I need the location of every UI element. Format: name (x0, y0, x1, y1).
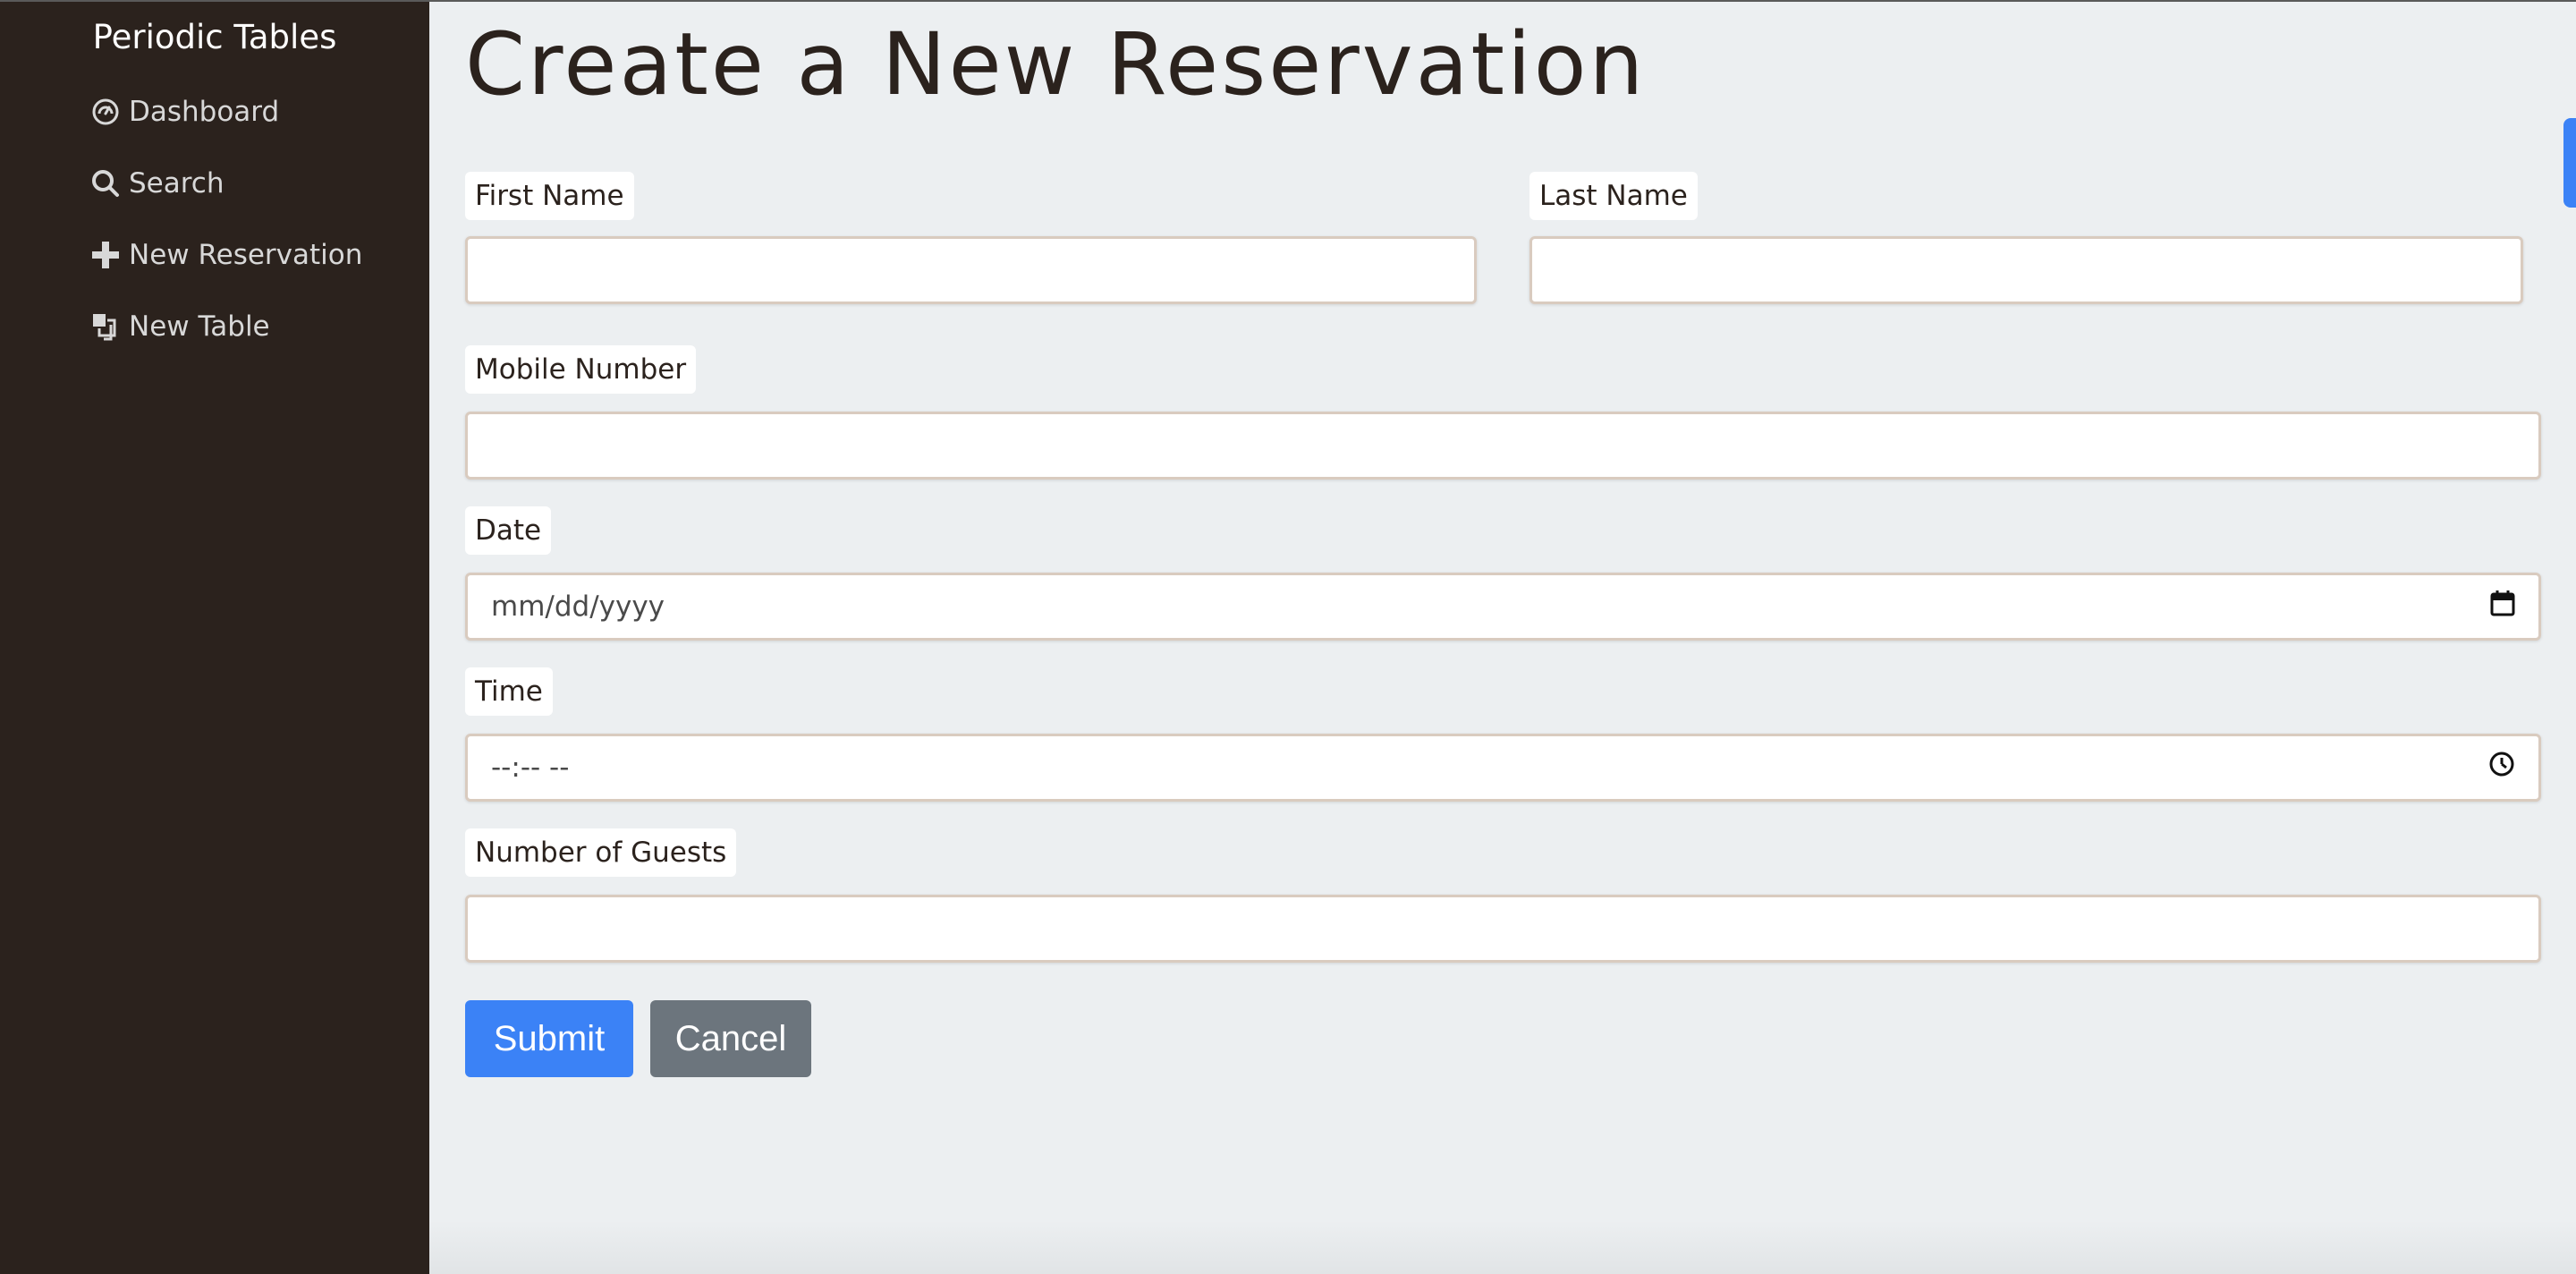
last-name-input[interactable] (1530, 236, 2523, 304)
date-label: Date (465, 506, 552, 555)
dashboard-gauge-icon (89, 96, 122, 128)
search-icon (89, 167, 122, 200)
guests-label: Number of Guests (465, 828, 737, 877)
sidebar-item-label: Search (129, 167, 225, 200)
sidebar-item-search[interactable]: Search (89, 161, 225, 206)
date-placeholder: mm/dd/yyyy (491, 590, 665, 623)
sidebar-item-new-reservation[interactable]: New Reservation (89, 233, 362, 277)
main-content: Create a New Reservation First Name Last… (429, 0, 2576, 1274)
sidebar-item-label: New Reservation (129, 239, 363, 271)
cancel-button[interactable]: Cancel (650, 1000, 811, 1077)
clock-icon[interactable] (2488, 751, 2515, 785)
time-label: Time (465, 667, 553, 716)
sidebar: Periodic Tables Dashboard Search New Res… (0, 0, 429, 1274)
sidebar-item-new-table[interactable]: New Table (89, 304, 270, 349)
last-name-label: Last Name (1530, 172, 1698, 220)
time-placeholder: --:-- -- (491, 752, 570, 784)
first-name-label: First Name (465, 172, 634, 220)
sidebar-item-dashboard[interactable]: Dashboard (89, 89, 279, 134)
date-input[interactable]: mm/dd/yyyy (465, 573, 2541, 641)
mobile-number-label: Mobile Number (465, 345, 697, 394)
calendar-icon[interactable] (2490, 590, 2515, 624)
sidebar-item-label: Dashboard (129, 96, 280, 128)
scrollbar-thumb[interactable] (2563, 118, 2576, 208)
plus-icon (89, 239, 122, 271)
mobile-number-input[interactable] (465, 412, 2541, 480)
first-name-input[interactable] (465, 236, 1477, 304)
guests-input[interactable] (465, 895, 2541, 963)
bottom-shade (429, 1220, 2576, 1274)
layers-icon (89, 310, 122, 343)
sidebar-item-label: New Table (129, 310, 270, 343)
time-input[interactable]: --:-- -- (465, 734, 2541, 802)
brand-title[interactable]: Periodic Tables (0, 18, 429, 56)
submit-button[interactable]: Submit (465, 1000, 633, 1077)
page-title: Create a New Reservation (465, 14, 1647, 115)
